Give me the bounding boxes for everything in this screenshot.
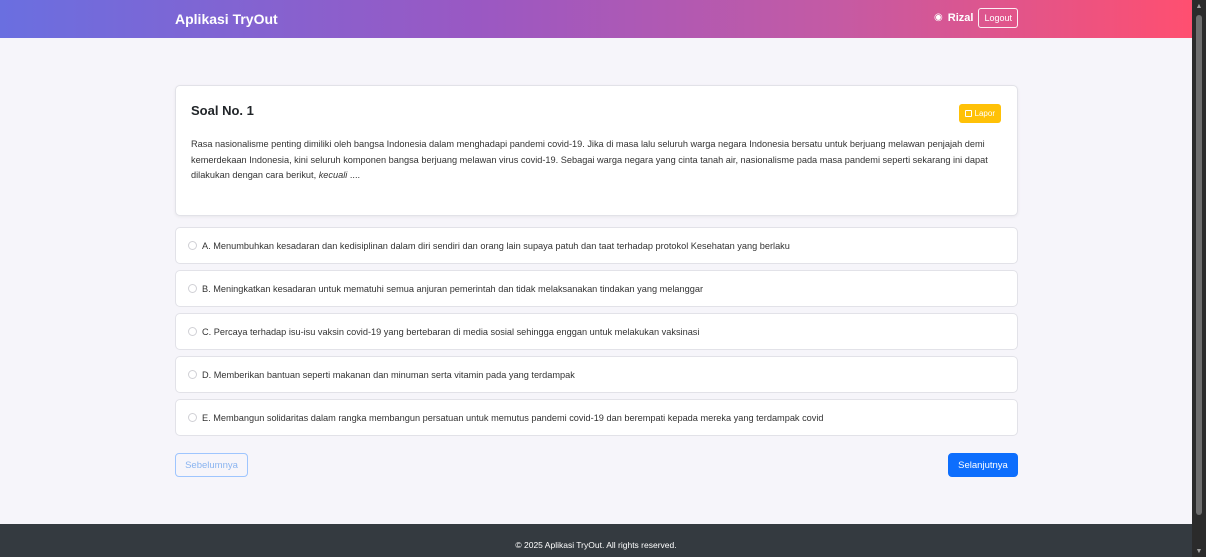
- question-text: Rasa nasionalisme penting dimiliki oleh …: [191, 137, 1001, 184]
- radio-button[interactable]: [188, 413, 197, 422]
- answer-option-b[interactable]: B. Meningkatkan kesadaran untuk mematuhi…: [175, 270, 1018, 307]
- scrollbar-thumb[interactable]: [1196, 15, 1202, 515]
- option-label: D. Memberikan bantuan seperti makanan da…: [202, 369, 575, 380]
- footer: © 2025 Aplikasi TryOut. All rights reser…: [0, 524, 1192, 557]
- option-label: A. Menumbuhkan kesadaran dan kedisiplina…: [202, 240, 790, 251]
- scroll-up-icon[interactable]: ▲: [1192, 3, 1206, 10]
- logout-button[interactable]: Logout: [978, 8, 1018, 28]
- footer-copyright: © 2025 Aplikasi TryOut. All rights reser…: [515, 539, 677, 550]
- answer-option-a[interactable]: A. Menumbuhkan kesadaran dan kedisiplina…: [175, 227, 1018, 264]
- app-brand[interactable]: Aplikasi TryOut: [175, 11, 278, 27]
- next-button[interactable]: Selanjutnya: [948, 453, 1018, 477]
- navbar: Aplikasi TryOut ◉ Rizal Logout: [0, 0, 1192, 38]
- scroll-down-icon[interactable]: ▼: [1192, 548, 1206, 555]
- radio-button[interactable]: [188, 327, 197, 336]
- user-name: Rizal: [947, 12, 974, 24]
- scrollbar[interactable]: ▲ ▼: [1192, 0, 1206, 557]
- question-text-tail: ....: [347, 170, 361, 180]
- answer-option-d[interactable]: D. Memberikan bantuan seperti makanan da…: [175, 356, 1018, 393]
- user-circle-icon: ◉: [934, 12, 943, 23]
- question-text-emphasis: kecuali: [318, 170, 348, 180]
- option-label: C. Percaya terhadap isu-isu vaksin covid…: [202, 326, 700, 337]
- answer-option-e[interactable]: E. Membangun solidaritas dalam rangka me…: [175, 399, 1018, 436]
- radio-button[interactable]: [188, 284, 197, 293]
- user-area: ◉ Rizal Logout: [934, 8, 1018, 28]
- option-label: E. Membangun solidaritas dalam rangka me…: [202, 412, 824, 423]
- radio-button[interactable]: [188, 241, 197, 250]
- question-card: Soal No. 1 Lapor Rasa nasionalisme penti…: [175, 85, 1018, 216]
- option-label: B. Meningkatkan kesadaran untuk mematuhi…: [202, 283, 704, 294]
- report-label: Lapor: [974, 109, 995, 118]
- report-button[interactable]: Lapor: [958, 104, 1001, 123]
- question-title: Soal No. 1: [191, 103, 254, 118]
- previous-button[interactable]: Sebelumnya: [175, 453, 248, 477]
- answer-option-c[interactable]: C. Percaya terhadap isu-isu vaksin covid…: [175, 313, 1018, 350]
- question-text-main: Rasa nasionalisme penting dimiliki oleh …: [191, 139, 988, 180]
- radio-button[interactable]: [188, 370, 197, 379]
- flag-icon: [964, 110, 972, 117]
